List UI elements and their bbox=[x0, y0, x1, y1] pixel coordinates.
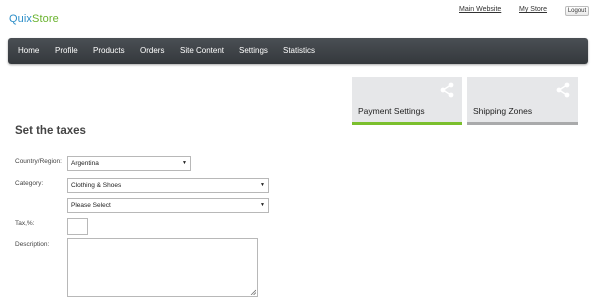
description-label: Description: bbox=[15, 241, 50, 248]
nav-item-products[interactable]: Products bbox=[93, 38, 125, 64]
tax-input[interactable] bbox=[67, 218, 88, 235]
logo: QuixStore bbox=[9, 13, 59, 25]
share-icon bbox=[556, 82, 570, 98]
chevron-down-icon: ▼ bbox=[260, 182, 265, 188]
main-website-link[interactable]: Main Website bbox=[459, 6, 501, 13]
category-label: Category: bbox=[15, 180, 44, 187]
chevron-down-icon: ▼ bbox=[182, 160, 187, 166]
logo-quix-text: Quix bbox=[9, 13, 33, 25]
subcategory-select[interactable]: Please Select ▼ bbox=[67, 198, 269, 213]
description-textarea[interactable] bbox=[67, 238, 258, 297]
shipping-zones-label: Shipping Zones bbox=[473, 106, 533, 116]
shipping-zones-tile[interactable]: Shipping Zones bbox=[467, 77, 578, 125]
my-store-link[interactable]: My Store bbox=[519, 6, 547, 13]
resize-grip-icon[interactable] bbox=[250, 289, 256, 295]
logo-store-text: Store bbox=[32, 13, 59, 25]
country-select-value: Argentina bbox=[71, 160, 99, 167]
nav-item-site-content[interactable]: Site Content bbox=[180, 38, 224, 64]
payment-settings-tile[interactable]: Payment Settings bbox=[352, 77, 462, 125]
nav-item-profile[interactable]: Profile bbox=[55, 38, 78, 64]
category-select[interactable]: Clothing & Shoes ▼ bbox=[67, 178, 269, 193]
logout-button[interactable]: Logout bbox=[565, 6, 589, 16]
tax-label: Tax,%: bbox=[15, 220, 35, 227]
nav-item-settings[interactable]: Settings bbox=[239, 38, 268, 64]
nav-item-statistics[interactable]: Statistics bbox=[283, 38, 315, 64]
nav-item-orders[interactable]: Orders bbox=[140, 38, 164, 64]
share-icon bbox=[440, 82, 454, 98]
category-select-value: Clothing & Shoes bbox=[71, 182, 122, 189]
page-title: Set the taxes bbox=[15, 125, 86, 137]
shipping-zones-accent-bar bbox=[467, 122, 578, 125]
payment-settings-accent-bar bbox=[352, 122, 462, 125]
subcategory-select-value: Please Select bbox=[71, 202, 111, 209]
payment-settings-label: Payment Settings bbox=[358, 106, 425, 116]
main-nav: Home Profile Products Orders Site Conten… bbox=[8, 38, 588, 64]
nav-item-home[interactable]: Home bbox=[18, 38, 39, 64]
country-select[interactable]: Argentina ▼ bbox=[67, 156, 191, 171]
chevron-down-icon: ▼ bbox=[260, 202, 265, 208]
country-label: Country/Region: bbox=[15, 158, 62, 165]
